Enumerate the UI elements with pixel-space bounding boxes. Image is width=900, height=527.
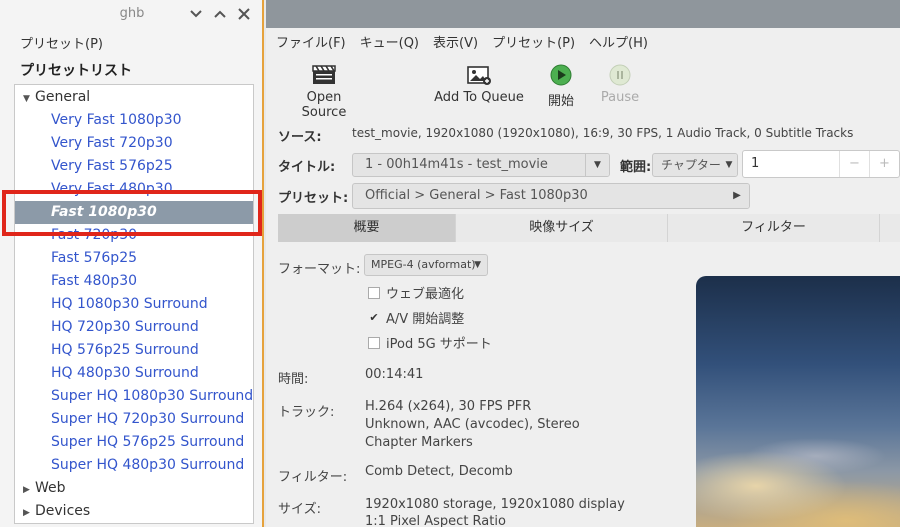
ipod-checkbox[interactable]: iPod 5G サポート: [368, 333, 492, 352]
dropdown-arrow-icon: ▼: [474, 260, 481, 270]
start-button[interactable]: 開始: [544, 60, 578, 109]
pause-button[interactable]: Pause: [600, 60, 640, 105]
open-source-label: Open Source: [301, 90, 347, 120]
duration-value: 00:14:41: [365, 367, 424, 382]
preset-select[interactable]: Official > General > Fast 1080p30 ▶: [352, 183, 750, 209]
pause-icon: [600, 60, 640, 90]
settings-tabs: 概要 映像サイズ フィルター: [278, 214, 900, 242]
tree-item[interactable]: Fast 480p30: [15, 270, 253, 293]
av-align-checkbox[interactable]: ✔ A/V 開始調整: [368, 308, 464, 327]
duration-label: 時間:: [278, 372, 309, 387]
tree-item[interactable]: Very Fast 480p30: [15, 178, 253, 201]
play-icon: [544, 60, 578, 90]
range-type-value: チャプター:: [661, 158, 725, 172]
filters-label: フィルター:: [278, 470, 348, 485]
filters-value: Comb Detect, Decomb: [365, 464, 513, 479]
ipod-label: iPod 5G サポート: [386, 337, 492, 352]
collapsed-arrow-icon: ▶: [23, 508, 30, 518]
start-label: 開始: [547, 94, 574, 109]
preset-select-value: Official > General > Fast 1080p30: [365, 188, 588, 203]
add-to-queue-label: Add To Queue: [434, 90, 524, 105]
add-queue-icon: [434, 60, 524, 90]
web-optimized-label: ウェブ最適化: [386, 287, 465, 302]
format-select[interactable]: MPEG-4 (avformat) ▼: [364, 254, 488, 276]
pause-label: Pause: [600, 90, 640, 105]
title-label: タイトル:: [278, 160, 336, 175]
tree-item[interactable]: Super HQ 576p25 Surround: [15, 431, 253, 454]
source-label: ソース:: [278, 130, 322, 145]
tree-item[interactable]: Very Fast 1080p30: [15, 109, 253, 132]
chevron-right-icon: ▶: [725, 184, 749, 208]
minimize-icon[interactable]: [188, 4, 204, 24]
checkmark-icon: ✔: [369, 311, 379, 324]
tree-item[interactable]: HQ 576p25 Surround: [15, 339, 253, 362]
increment-button[interactable]: +: [869, 151, 899, 177]
tree-group-general[interactable]: ▼ General: [15, 86, 253, 109]
tab-filters[interactable]: フィルター: [668, 214, 880, 242]
checkbox-unchecked-icon: [368, 286, 380, 299]
toolbar: Open Source Add To Queue 開始 Pause: [266, 60, 900, 120]
tree-item[interactable]: Fast 576p25: [15, 247, 253, 270]
range-start-spinner[interactable]: 1 − +: [742, 150, 900, 178]
menu-presets[interactable]: プリセット(P): [492, 32, 575, 51]
source-value: test_movie, 1920x1080 (1920x1080), 16:9,…: [352, 126, 854, 140]
tree-item[interactable]: Very Fast 576p25: [15, 155, 253, 178]
main-titlebar: [266, 0, 900, 28]
menu-view[interactable]: 表示(V): [433, 32, 478, 51]
tab-overflow[interactable]: [880, 214, 900, 242]
size-label: サイズ:: [278, 502, 321, 517]
menubar: ファイル(F) キュー(Q) 表示(V) プリセット(P) ヘルプ(H): [276, 32, 648, 51]
title-select-value: 1 - 00h14m41s - test_movie: [365, 157, 548, 172]
tree-item[interactable]: Super HQ 480p30 Surround: [15, 454, 253, 477]
preset-label: プリセット:: [278, 191, 349, 206]
tree-item[interactable]: Super HQ 1080p30 Surround: [15, 385, 253, 408]
menu-help[interactable]: ヘルプ(H): [589, 32, 648, 51]
menu-file[interactable]: ファイル(F): [276, 32, 346, 51]
clapperboard-icon: [284, 60, 364, 90]
dropdown-arrow-icon: ▼: [721, 154, 737, 176]
checkbox-unchecked-icon: [368, 336, 380, 349]
web-optimized-checkbox[interactable]: ウェブ最適化: [368, 283, 464, 302]
format-label: フォーマット:: [278, 262, 361, 277]
tab-dimensions[interactable]: 映像サイズ: [456, 214, 668, 242]
title-select[interactable]: 1 - 00h14m41s - test_movie ▼: [352, 153, 610, 177]
av-align-label: A/V 開始調整: [386, 312, 465, 327]
size-line: 1:1 Pixel Aspect Ratio: [365, 514, 506, 527]
maximize-icon[interactable]: [212, 4, 228, 24]
tree-item[interactable]: Super HQ 720p30 Surround: [15, 408, 253, 431]
range-start-value: 1: [751, 156, 760, 171]
collapsed-arrow-icon: ▶: [23, 485, 30, 495]
tree-group-web[interactable]: ▶ Web: [15, 477, 253, 500]
size-line: 1920x1080 storage, 1920x1080 display: [365, 497, 625, 512]
preset-menu[interactable]: プリセット(P): [20, 33, 103, 52]
format-select-value: MPEG-4 (avformat): [371, 258, 476, 271]
menu-queue[interactable]: キュー(Q): [360, 32, 419, 51]
tree-item[interactable]: Fast 720p30: [15, 224, 253, 247]
add-to-queue-button[interactable]: Add To Queue: [434, 60, 524, 105]
tab-summary[interactable]: 概要: [278, 214, 456, 242]
preset-list-heading: プリセットリスト: [20, 63, 132, 79]
expanded-arrow-icon: ▼: [23, 94, 30, 104]
preset-tree: ▼ General Very Fast 1080p30 Very Fast 720…: [14, 84, 254, 524]
tracks-label: トラック:: [278, 405, 335, 420]
range-label: 範囲:: [620, 160, 652, 175]
tree-group-devices[interactable]: ▶ Devices: [15, 500, 253, 523]
video-preview: [696, 276, 900, 527]
decrement-button[interactable]: −: [839, 151, 869, 177]
open-source-button[interactable]: Open Source: [284, 60, 364, 120]
track-line: Chapter Markers: [365, 435, 473, 450]
preset-panel: ghb プリセット(P) プリセットリスト ▼ General Very Fast…: [0, 0, 264, 527]
tree-item[interactable]: HQ 1080p30 Surround: [15, 293, 253, 316]
close-icon[interactable]: [236, 4, 252, 24]
range-type-select[interactable]: チャプター: ▼: [652, 153, 738, 177]
preset-panel-titlebar: ghb: [0, 0, 262, 30]
tree-item-selected[interactable]: Fast 1080p30: [15, 201, 253, 224]
dropdown-arrow-icon: ▼: [585, 154, 609, 176]
tree-item[interactable]: HQ 480p30 Surround: [15, 362, 253, 385]
tree-item[interactable]: Very Fast 720p30: [15, 132, 253, 155]
track-line: H.264 (x264), 30 FPS PFR: [365, 399, 532, 414]
main-window: ファイル(F) キュー(Q) 表示(V) プリセット(P) ヘルプ(H) Ope…: [266, 0, 900, 527]
tree-item[interactable]: HQ 720p30 Surround: [15, 316, 253, 339]
track-line: Unknown, AAC (avcodec), Stereo: [365, 417, 580, 432]
